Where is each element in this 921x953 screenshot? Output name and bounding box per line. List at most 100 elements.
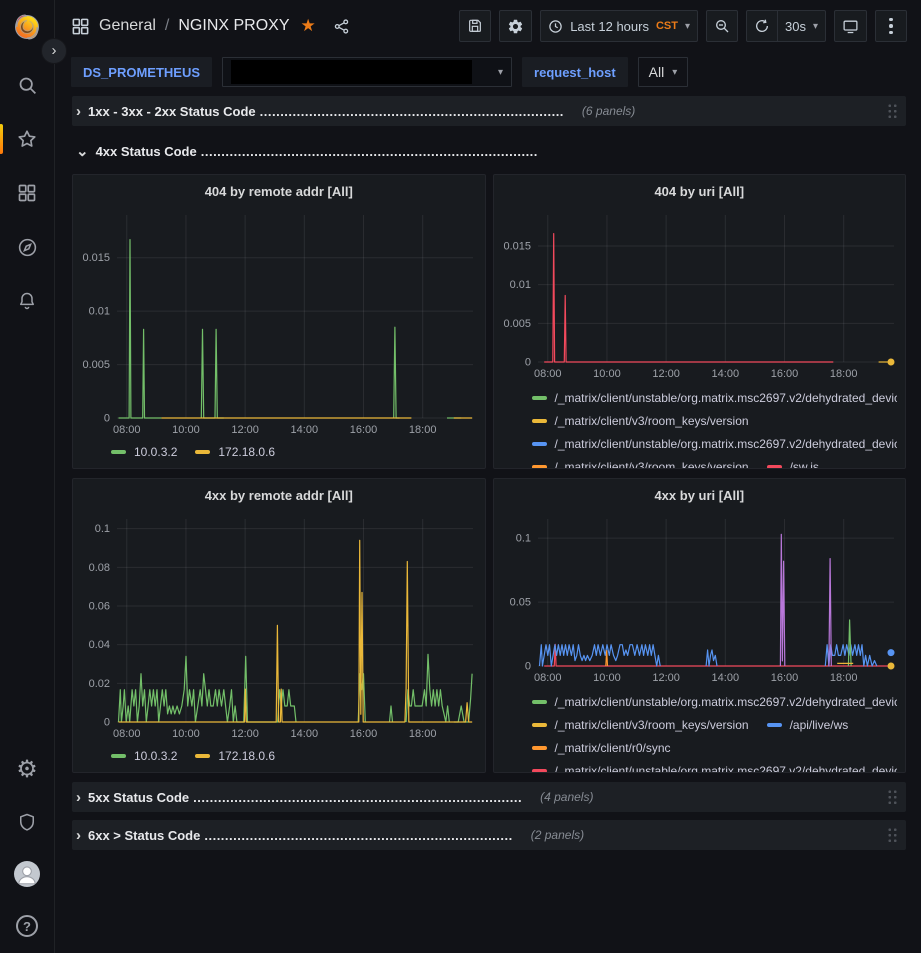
- apps-grid-icon: [71, 17, 90, 36]
- svg-text:14:00: 14:00: [711, 368, 739, 380]
- dashboard-settings-button[interactable]: [499, 10, 532, 42]
- legend-item[interactable]: 10.0.3.2: [111, 445, 177, 459]
- legend-row: /_matrix/client/unstable/org.matrix.msc2…: [532, 759, 898, 772]
- legend-series-swatch: [532, 746, 547, 750]
- legend-item[interactable]: /_matrix/client/v3/room_keys/version: [532, 718, 749, 732]
- chart-plot-area[interactable]: 00.020.040.060.080.108:0010:0012:0014:00…: [73, 511, 485, 742]
- svg-text:0.05: 0.05: [509, 597, 530, 609]
- chart-plot-area[interactable]: 00.0050.010.01508:0010:0012:0014:0016:00…: [73, 207, 485, 438]
- svg-text:0.1: 0.1: [95, 523, 110, 535]
- share-icon[interactable]: [333, 18, 350, 35]
- row-panel-count: (4 panels): [540, 790, 593, 804]
- breadcrumb-folder[interactable]: General: [99, 17, 156, 35]
- admin-shield-icon[interactable]: [7, 805, 47, 839]
- row-drag-handle-icon[interactable]: [887, 789, 898, 806]
- panel-title[interactable]: 4xx by remote addr [All]: [73, 479, 485, 511]
- refresh-icon: [754, 18, 770, 34]
- svg-text:14:00: 14:00: [291, 728, 319, 740]
- legend-series-label: 10.0.3.2: [134, 749, 177, 763]
- zoom-out-icon: [714, 18, 730, 34]
- save-dashboard-button[interactable]: [459, 10, 491, 42]
- svg-text:08:00: 08:00: [533, 672, 561, 684]
- chart-canvas[interactable]: 00.020.040.060.080.108:0010:0012:0014:00…: [73, 511, 485, 742]
- tv-mode-button[interactable]: [834, 10, 867, 42]
- kebab-menu-button[interactable]: [875, 10, 907, 42]
- legend-item[interactable]: 172.18.0.6: [195, 749, 275, 763]
- save-floppy-icon: [467, 18, 483, 34]
- legend-row: /_matrix/client/v3/room_keys/version/sw.…: [532, 455, 898, 468]
- chart-canvas[interactable]: 00.050.108:0010:0012:0014:0016:0018:00: [494, 511, 906, 686]
- refresh-interval-picker[interactable]: 30s ▾: [778, 10, 826, 42]
- legend-row: /_matrix/client/r0/sync: [532, 736, 898, 759]
- kebab-icon: [889, 18, 893, 35]
- row-drag-handle-icon[interactable]: [887, 827, 898, 844]
- legend-item[interactable]: 10.0.3.2: [111, 749, 177, 763]
- svg-text:16:00: 16:00: [350, 424, 378, 436]
- chart-plot-area[interactable]: 00.050.108:0010:0012:0014:0016:0018:00: [494, 511, 906, 686]
- svg-text:18:00: 18:00: [829, 672, 857, 684]
- svg-text:0.005: 0.005: [503, 318, 531, 330]
- svg-text:10:00: 10:00: [593, 368, 621, 380]
- user-avatar[interactable]: [7, 857, 47, 891]
- search-icon[interactable]: [7, 68, 47, 102]
- svg-text:0: 0: [524, 357, 530, 369]
- panel-404-by-remote-addr-all: 404 by remote addr [All]00.0050.010.0150…: [72, 174, 486, 469]
- row-5xx[interactable]: › 5xx Status Code ......................…: [72, 782, 906, 812]
- datasource-dropdown[interactable]: ▾: [222, 57, 512, 87]
- alerting-bell-icon[interactable]: [7, 284, 47, 318]
- request-host-dropdown[interactable]: All ▾: [638, 57, 689, 87]
- legend-item[interactable]: /_matrix/client/unstable/org.matrix.msc2…: [532, 764, 898, 773]
- legend-item[interactable]: /_matrix/client/unstable/org.matrix.msc2…: [532, 437, 898, 451]
- panel-title[interactable]: 404 by uri [All]: [494, 175, 906, 207]
- chart-canvas[interactable]: 00.0050.010.01508:0010:0012:0014:0016:00…: [494, 207, 906, 382]
- legend-item[interactable]: /_matrix/client/r0/sync: [532, 741, 671, 755]
- svg-text:12:00: 12:00: [652, 368, 680, 380]
- panel-title[interactable]: 404 by remote addr [All]: [73, 175, 485, 207]
- legend-item[interactable]: /_matrix/client/unstable/org.matrix.msc2…: [532, 391, 898, 405]
- chevron-down-icon: ▾: [813, 21, 818, 32]
- legend-series-label: /_matrix/client/v3/room_keys/version: [555, 460, 749, 469]
- svg-text:16:00: 16:00: [770, 672, 798, 684]
- legend-series-label: /_matrix/client/v3/room_keys/version: [555, 414, 749, 428]
- help-icon[interactable]: ?: [7, 909, 47, 943]
- sidebar-expand-button[interactable]: ›: [41, 38, 67, 64]
- legend-series-swatch: [532, 396, 547, 400]
- dashboard-title[interactable]: NGINX PROXY: [178, 17, 289, 35]
- chevron-down-icon: ▾: [685, 21, 690, 32]
- time-range-picker[interactable]: Last 12 hours CST ▾: [540, 10, 698, 42]
- refresh-button[interactable]: [746, 10, 778, 42]
- svg-text:0.01: 0.01: [89, 306, 110, 318]
- legend-item[interactable]: /_matrix/client/v3/room_keys/version: [532, 414, 749, 428]
- row-1xx-3xx-2xx[interactable]: › 1xx - 3xx - 2xx Status Code ..........…: [72, 96, 906, 126]
- svg-text:0.02: 0.02: [89, 678, 110, 690]
- variable-label-request-host: request_host: [522, 57, 628, 87]
- legend-item[interactable]: /api/live/ws: [767, 718, 849, 732]
- svg-text:08:00: 08:00: [533, 368, 561, 380]
- row-drag-handle-icon[interactable]: [887, 103, 898, 120]
- breadcrumb: General / NGINX PROXY ★: [71, 16, 350, 36]
- chart-plot-area[interactable]: 00.0050.010.01508:0010:0012:0014:0016:00…: [494, 207, 906, 382]
- chevron-down-icon: ▾: [672, 67, 677, 78]
- favorite-star-icon[interactable]: ★: [301, 16, 316, 36]
- dashboards-icon[interactable]: [7, 176, 47, 210]
- chart-canvas[interactable]: 00.0050.010.01508:0010:0012:0014:0016:00…: [73, 207, 485, 438]
- legend-item[interactable]: 172.18.0.6: [195, 445, 275, 459]
- legend-item[interactable]: /_matrix/client/unstable/org.matrix.msc2…: [532, 695, 898, 709]
- svg-text:10:00: 10:00: [593, 672, 621, 684]
- legend-item[interactable]: /sw.js: [767, 460, 819, 469]
- legend-series-label: /_matrix/client/unstable/org.matrix.msc2…: [555, 764, 898, 773]
- row-6xx[interactable]: › 6xx > Status Code ....................…: [72, 820, 906, 850]
- variable-label-ds-prometheus: DS_PROMETHEUS: [71, 57, 212, 87]
- legend-series-label: 172.18.0.6: [218, 445, 275, 459]
- row-4xx[interactable]: ⌄ 4xx Status Code ......................…: [72, 134, 906, 168]
- panel-title[interactable]: 4xx by uri [All]: [494, 479, 906, 511]
- zoom-out-button[interactable]: [706, 10, 738, 42]
- row-title-dots: ........................................…: [204, 828, 512, 843]
- legend-item[interactable]: /_matrix/client/v3/room_keys/version: [532, 460, 749, 469]
- svg-text:0.015: 0.015: [503, 240, 531, 252]
- starred-dashboards-icon[interactable]: [7, 122, 47, 156]
- explore-compass-icon[interactable]: [7, 230, 47, 264]
- row-title: 6xx > Status Code: [88, 828, 200, 843]
- settings-gear-icon[interactable]: ⚙: [7, 753, 47, 787]
- grafana-logo[interactable]: [10, 10, 44, 44]
